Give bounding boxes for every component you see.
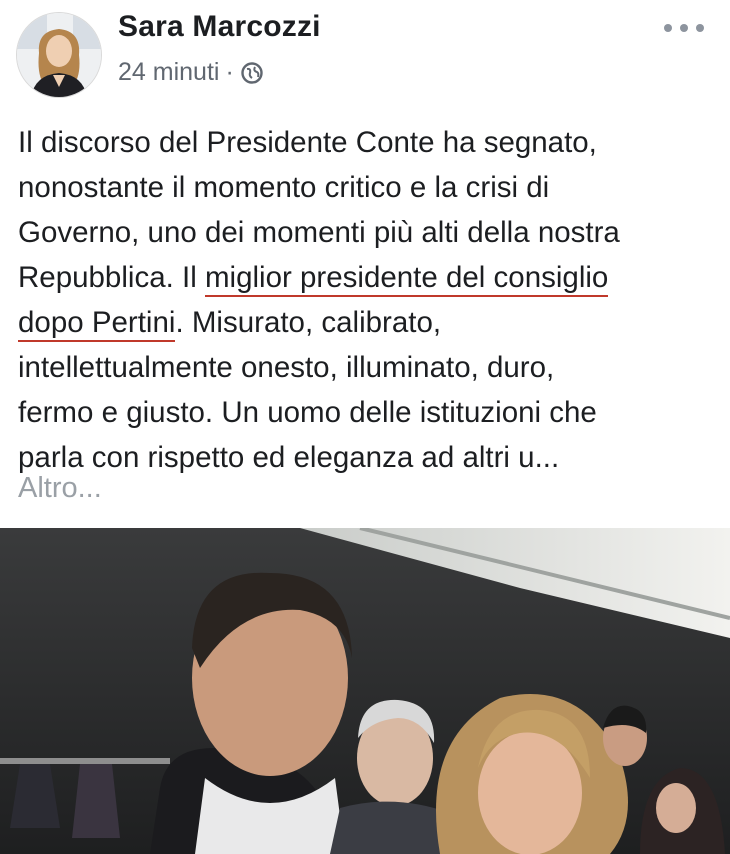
post-text-line: intellettualmente onesto, illuminato, du… bbox=[18, 351, 555, 384]
red-underlined-phrase: dopo Pertini bbox=[18, 306, 176, 342]
post-photo[interactable] bbox=[0, 528, 730, 854]
post-header: Sara Marcozzi 24 minuti · bbox=[0, 0, 730, 110]
post-text-line-highlight: dopo Pertini. Misurato, calibrato, bbox=[18, 300, 708, 345]
post-text-line: nonostante il momento critico e la crisi… bbox=[18, 171, 550, 204]
post-timestamp[interactable]: 24 minuti bbox=[118, 58, 219, 87]
avatar-photo bbox=[17, 13, 101, 97]
post-text-segment: Repubblica. Il bbox=[18, 261, 205, 294]
post-text-segment: . Misurato, calibrato, bbox=[175, 306, 442, 339]
more-options-icon[interactable] bbox=[664, 20, 704, 36]
post-body: Il discorso del Presidente Conte ha segn… bbox=[18, 120, 708, 480]
post-text-line-highlight: Repubblica. Il miglior presidente del co… bbox=[18, 255, 708, 300]
post-meta: 24 minuti · bbox=[118, 58, 264, 87]
see-more-link[interactable]: Altro... bbox=[18, 472, 102, 505]
more-dot bbox=[680, 24, 688, 32]
avatar[interactable] bbox=[16, 12, 102, 98]
post-text-line: Il discorso del Presidente Conte ha segn… bbox=[18, 126, 597, 159]
post-text-line: fermo e giusto. Un uomo delle istituzion… bbox=[18, 396, 597, 429]
post-photo-image bbox=[0, 528, 730, 854]
red-underlined-phrase: miglior presidente del consiglio bbox=[204, 261, 609, 297]
meta-separator: · bbox=[225, 58, 234, 86]
more-dot bbox=[696, 24, 704, 32]
more-dot bbox=[664, 24, 672, 32]
post-text-line: Governo, uno dei momenti più alti della … bbox=[18, 216, 620, 249]
post-text-line: parla con rispetto ed eleganza ad altri … bbox=[18, 441, 560, 474]
globe-icon bbox=[241, 61, 263, 84]
author-name[interactable]: Sara Marcozzi bbox=[118, 10, 321, 44]
